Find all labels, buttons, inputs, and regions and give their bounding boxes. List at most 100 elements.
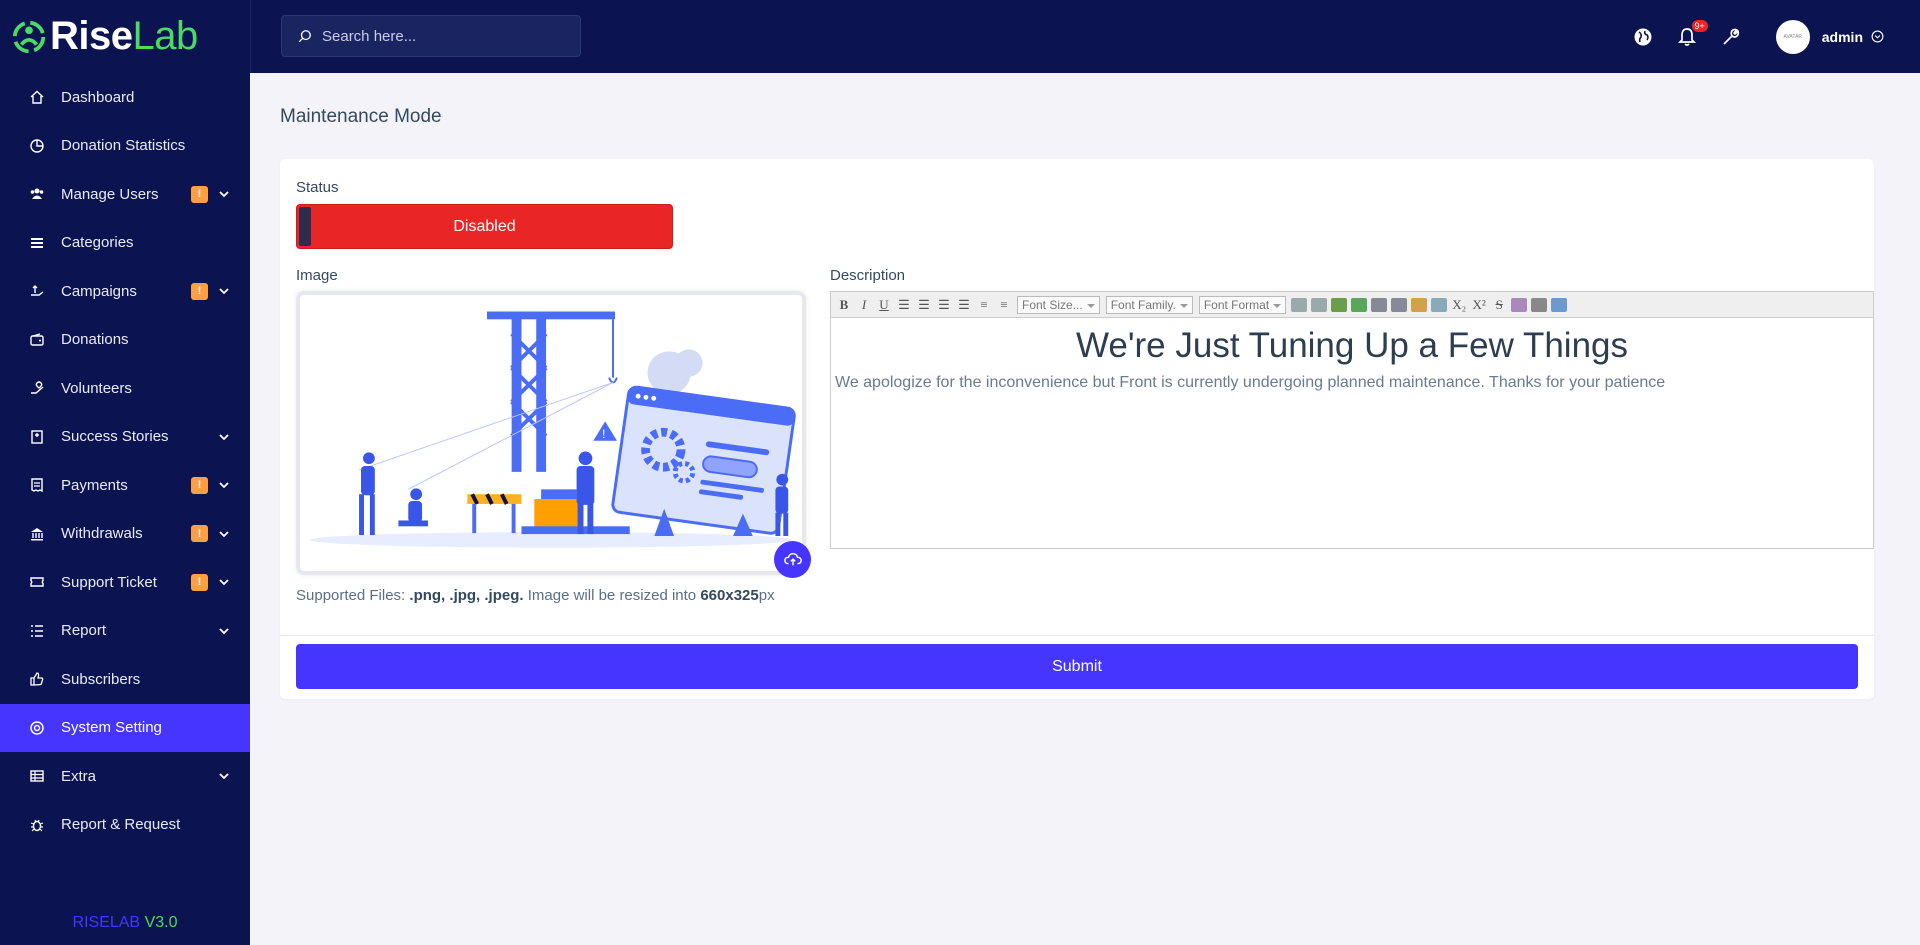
chevron-down-icon [218, 528, 230, 540]
sidebar-item-donation-statistics[interactable]: Donation Statistics [0, 122, 250, 171]
chevron-down-icon [218, 625, 230, 637]
thumbs-up-icon [29, 671, 45, 687]
sidebar-item-report[interactable]: Report [0, 607, 250, 656]
sidebar-item-label: Campaigns [61, 282, 137, 300]
home-icon [29, 89, 45, 105]
main-content: Maintenance Mode Status Disabled Image !… [250, 73, 1920, 945]
logo-lab: Lab [132, 14, 199, 58]
sidebar-item-donations[interactable]: Donations [0, 316, 250, 365]
supported-prefix: Supported Files: [296, 587, 406, 604]
horizontal-rule-icon[interactable] [1531, 297, 1548, 312]
chevron-down-icon [218, 285, 230, 297]
chevron-down-circle-icon [1871, 30, 1884, 43]
bold-button[interactable]: B [835, 296, 853, 314]
table-icon [29, 768, 45, 784]
subscript-button[interactable]: X₂ [1450, 296, 1468, 314]
topbar: 9+ AVATAR admin [250, 0, 1920, 73]
form-divider [280, 635, 1874, 636]
user-menu[interactable]: AVATAR admin [1775, 19, 1884, 54]
sidebar-item-manage-users[interactable]: Manage Users! [0, 170, 250, 219]
sidebar-item-support-ticket[interactable]: Support Ticket! [0, 558, 250, 607]
warning-badge: ! [191, 185, 208, 203]
sidebar-item-label: Categories [61, 234, 134, 252]
warning-badge: ! [191, 573, 208, 591]
sidebar-item-system-setting[interactable]: System Setting [0, 703, 250, 752]
sidebar-item-withdrawals[interactable]: Withdrawals! [0, 510, 250, 559]
version-label: RISELAB V3.0 [0, 914, 250, 932]
sidebar-item-campaigns[interactable]: Campaigns! [0, 267, 250, 316]
users-icon [29, 186, 45, 202]
sidebar-item-success-stories[interactable]: Success Stories [0, 413, 250, 462]
font-format-select[interactable]: Font Format [1198, 295, 1287, 314]
upload-icon[interactable] [1351, 297, 1368, 312]
supported-types: .png, .jpg, .jpeg. [409, 587, 524, 604]
search-box[interactable] [281, 15, 581, 57]
sidebar-item-categories[interactable]: Categories [0, 219, 250, 268]
font-family-select[interactable]: Font Family. [1105, 295, 1193, 314]
indent-icon[interactable] [1291, 297, 1308, 312]
strikethrough-button[interactable]: S [1490, 296, 1508, 314]
page-title: Maintenance Mode [280, 106, 442, 127]
align-right-button[interactable]: ☰ [935, 296, 953, 314]
warning-badge: ! [191, 525, 208, 543]
html-view-icon[interactable] [1551, 297, 1568, 312]
hand-icon [29, 283, 45, 299]
sidebar-item-label: Donation Statistics [61, 137, 186, 155]
remove-format-icon[interactable] [1511, 297, 1528, 312]
unlink-icon[interactable] [1391, 297, 1408, 312]
logo-text: RiseLab [50, 14, 198, 59]
font-size-select[interactable]: Font Size... [1017, 295, 1100, 314]
sidebar: RiseLab Dashboard Donation Statistics Mana… [0, 0, 250, 945]
topbar-actions: 9+ AVATAR admin [1632, 0, 1920, 73]
submit-button[interactable]: Submit [296, 644, 1858, 689]
status-toggle-text: Disabled [453, 217, 516, 235]
sidebar-item-extra[interactable]: Extra [0, 752, 250, 801]
notification-badge: 9+ [1691, 19, 1708, 32]
status-toggle[interactable]: Disabled [296, 204, 673, 249]
list-icon [29, 623, 45, 639]
ordered-list-button[interactable]: ≡ [975, 296, 993, 314]
hand-heart-icon [29, 380, 45, 396]
sidebar-item-label: Extra [61, 767, 97, 785]
logo-icon [12, 20, 46, 53]
search-input[interactable] [322, 27, 552, 45]
sidebar-item-label: Subscribers [61, 670, 141, 688]
sidebar-item-label: Report & Request [61, 816, 181, 834]
upload-image-button[interactable] [774, 541, 811, 578]
image-preview: ! [296, 291, 806, 575]
sidebar-item-payments[interactable]: Payments! [0, 461, 250, 510]
italic-button[interactable]: I [855, 296, 873, 314]
supported-size: 660x325 [700, 587, 759, 604]
image-icon[interactable] [1331, 297, 1348, 312]
superscript-button[interactable]: X² [1470, 296, 1488, 314]
sidebar-item-subscribers[interactable]: Subscribers [0, 655, 250, 704]
sidebar-item-dashboard[interactable]: Dashboard [0, 73, 250, 122]
color-icon[interactable] [1411, 297, 1428, 312]
unordered-list-button[interactable]: ≡ [995, 296, 1013, 314]
version-name: RISELAB [72, 914, 141, 931]
align-left-button[interactable]: ☰ [895, 296, 913, 314]
wrench-icon[interactable] [1720, 26, 1742, 48]
bell-icon[interactable]: 9+ [1676, 19, 1708, 48]
link-icon[interactable] [1371, 297, 1388, 312]
globe-icon[interactable] [1632, 26, 1654, 48]
supported-middle: Image will be resized into [527, 587, 697, 604]
sidebar-item-label: Support Ticket [61, 573, 157, 591]
sidebar-item-report-and-request[interactable]: Report & Request [0, 801, 250, 850]
supported-files-note: Supported Files: .png, .jpg, .jpeg. Imag… [296, 587, 775, 604]
justify-button[interactable]: ☰ [955, 296, 973, 314]
editor-content[interactable]: We're Just Tuning Up a Few Things We apo… [831, 318, 1873, 396]
status-label: Status [296, 179, 339, 196]
sidebar-item-volunteers[interactable]: Volunteers [0, 364, 250, 413]
chevron-down-icon [218, 479, 230, 491]
underline-button[interactable]: U [875, 296, 893, 314]
sidebar-item-label: Volunteers [61, 379, 132, 397]
code-icon[interactable] [1431, 297, 1448, 312]
logo[interactable]: RiseLab [0, 0, 250, 73]
align-center-button[interactable]: ☰ [915, 296, 933, 314]
invoice-icon [29, 477, 45, 493]
chevron-down-icon [218, 770, 230, 782]
chevron-down-icon [218, 576, 230, 588]
outdent-icon[interactable] [1311, 297, 1328, 312]
toggle-handle [299, 207, 311, 246]
